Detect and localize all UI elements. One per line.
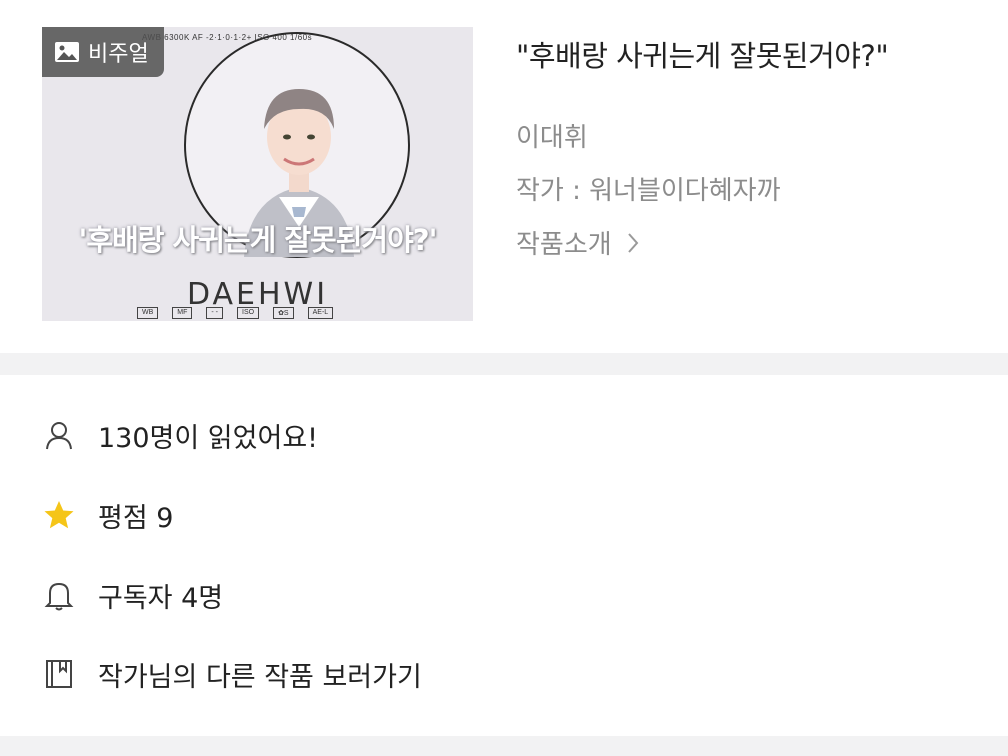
hud-ael: AE-L [307, 307, 334, 319]
hud-wb: WB [137, 307, 159, 319]
hud-s: ✿S [273, 307, 294, 319]
genre-badge-label: 비주얼 [88, 42, 149, 67]
book-icon [42, 657, 76, 691]
cover-caption: '후배랑 사귀는게 잘못된거야?' [78, 223, 438, 257]
genre-badge: 비주얼 [42, 27, 164, 77]
work-title: "후배랑 사귀는게 잘못된거야?" [516, 39, 889, 73]
hud-mf: MF [172, 307, 193, 319]
hud-dash: - - [206, 307, 223, 319]
readers-count: 130명이 읽었어요! [98, 422, 318, 454]
bottom-divider [0, 736, 1008, 756]
subscribers-row: 구독자 4명 [42, 573, 962, 617]
other-works-label: 작가님의 다른 작품 보러가기 [98, 661, 422, 693]
work-writer[interactable]: 작가 : 워너블이다혜자까 [516, 170, 781, 207]
readers-row: 130명이 읽었어요! [42, 413, 962, 457]
bell-icon[interactable] [42, 578, 76, 612]
cover-hud-top: AWB 6300K AF -2·1·0·1·2+ ISO 400 1/60s [142, 33, 313, 42]
rating-value: 평점 9 [98, 502, 174, 534]
subscribers-count: 구독자 4명 [98, 582, 224, 614]
star-icon [42, 498, 76, 532]
work-header: AWB 6300K AF -2·1·0·1·2+ ISO 400 1/60s '… [0, 0, 1008, 354]
work-intro-link[interactable]: 작품소개 [516, 224, 640, 261]
section-divider [0, 353, 1008, 375]
image-icon [55, 42, 79, 62]
rating-row: 평점 9 [42, 493, 962, 537]
work-intro-label: 작품소개 [516, 230, 612, 260]
chevron-right-icon [627, 232, 639, 253]
other-works-row[interactable]: 작가님의 다른 작품 보러가기 [42, 652, 962, 696]
cover-hud-bottom: WB MF - - ISO ✿S AE-L [137, 307, 334, 319]
hud-iso: ISO [237, 307, 260, 319]
person-icon [42, 418, 76, 452]
work-member: 이대휘 [516, 123, 588, 153]
